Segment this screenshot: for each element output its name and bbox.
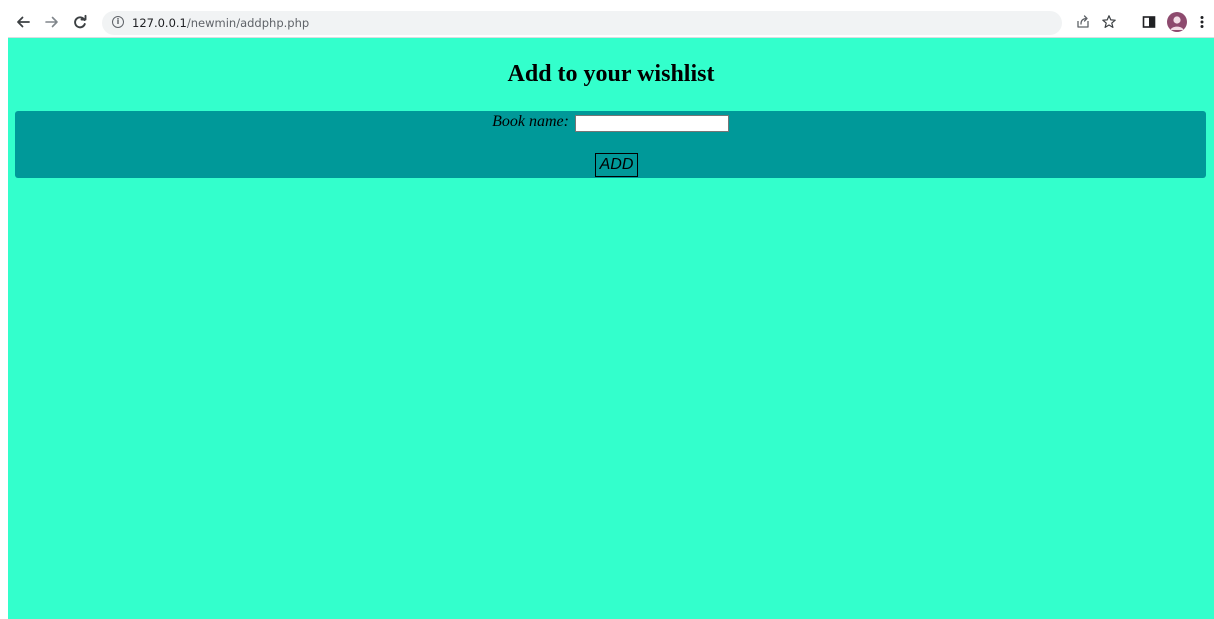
url-host: 127.0.0.1 <box>132 16 187 30</box>
page-body: Add to your wishlist Book name: ADD <box>8 38 1214 619</box>
add-button[interactable]: ADD <box>594 153 639 177</box>
info-icon[interactable]: i <box>112 16 124 28</box>
reload-icon[interactable] <box>69 11 91 33</box>
page-title: Add to your wishlist <box>507 61 715 87</box>
address-bar[interactable]: i 127.0.0.1/newmin/addphp.php <box>102 11 1062 35</box>
browser-toolbar: i 127.0.0.1/newmin/addphp.php <box>8 8 1214 38</box>
avatar[interactable] <box>1167 12 1187 32</box>
browser-window: i 127.0.0.1/newmin/addphp.php Add to you… <box>8 8 1214 619</box>
book-name-input[interactable] <box>574 114 729 132</box>
share-icon[interactable] <box>1072 11 1094 33</box>
book-name-label: Book name: <box>492 113 569 130</box>
url-text[interactable]: 127.0.0.1/newmin/addphp.php <box>132 15 309 31</box>
submit-row: ADD <box>15 153 1206 177</box>
forward-arrow-icon[interactable] <box>41 11 63 33</box>
kebab-menu-icon[interactable] <box>1191 11 1213 33</box>
back-arrow-icon[interactable] <box>12 11 34 33</box>
wishlist-form: Book name: ADD <box>15 111 1206 178</box>
book-name-row: Book name: <box>15 111 1206 133</box>
side-panel-icon[interactable] <box>1138 11 1160 33</box>
url-path: /newmin/addphp.php <box>186 16 310 30</box>
star-icon[interactable] <box>1098 11 1120 33</box>
